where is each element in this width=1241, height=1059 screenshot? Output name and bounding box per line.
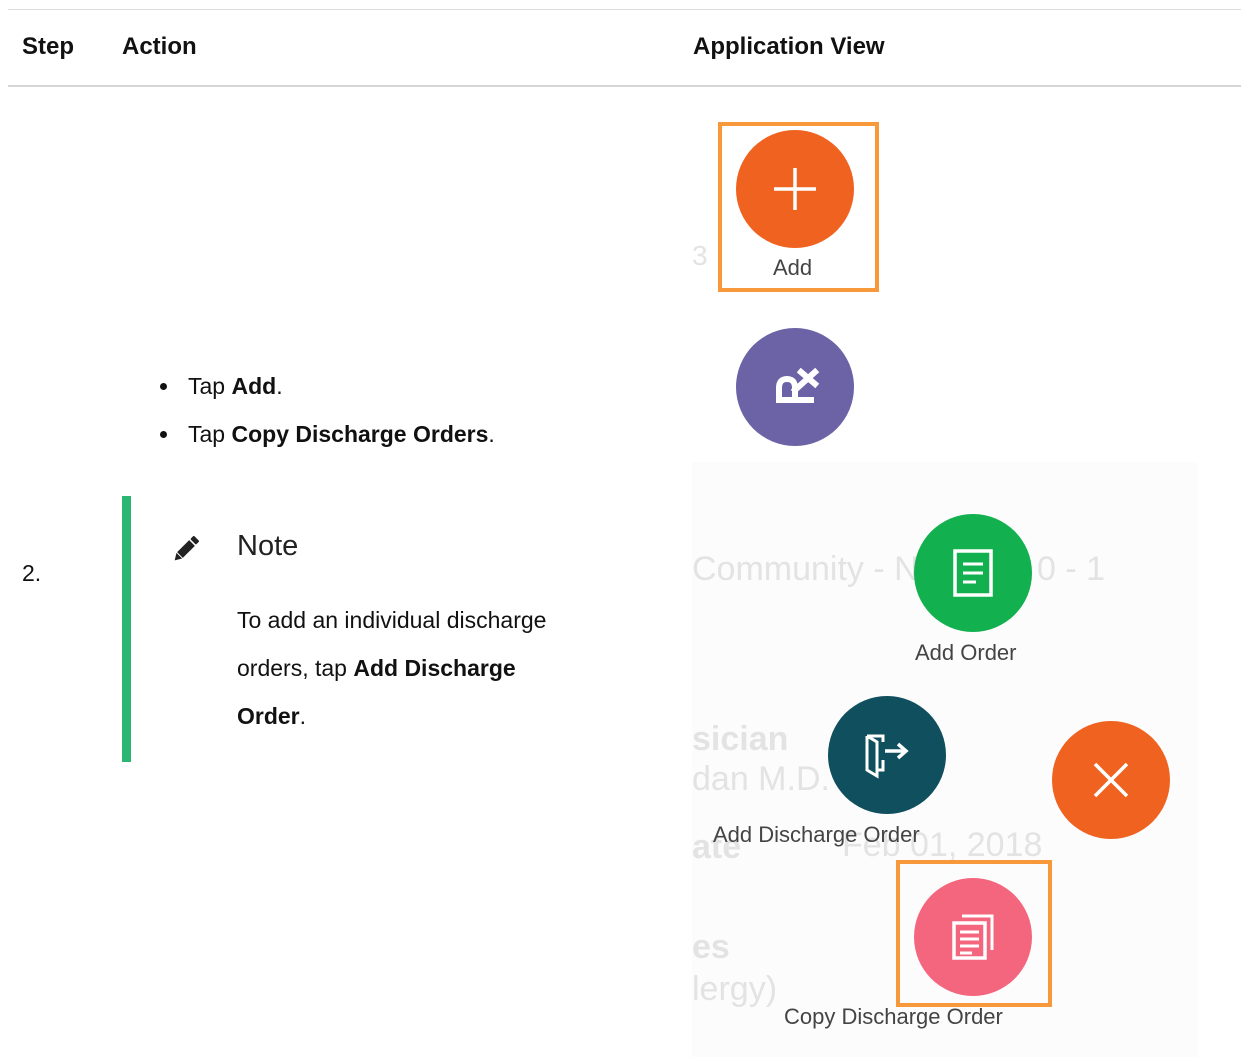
rx-icon [776, 367, 820, 403]
bg-text-community: Community - N [692, 550, 919, 588]
bg-text-physician-name: dan M.D. [692, 760, 830, 798]
table-header-border [8, 85, 1241, 87]
bg-text-allergies: es [692, 928, 730, 966]
highlight-copy-discharge-order [896, 860, 1052, 1007]
bg-text-allergy-value: lergy) [692, 970, 778, 1008]
note-title: Note [237, 530, 299, 562]
document-icon [953, 549, 993, 597]
copy-discharge-order-label: Copy Discharge Order [784, 1004, 1003, 1029]
close-icon [1093, 762, 1129, 798]
add-discharge-order-button[interactable] [828, 696, 946, 814]
note-body: To add an individual discharge orders, t… [237, 607, 547, 729]
note-callout: Note To add an individual discharge orde… [122, 496, 611, 762]
application-view-screenshot: 3 Community - N 0 - 1 sician dan M.D. at… [692, 100, 1241, 1059]
add-order-label: Add Order [915, 640, 1017, 665]
add-order-button[interactable] [914, 514, 1032, 632]
rx-button[interactable] [736, 328, 854, 446]
bg-text-partial-number: 3 [692, 240, 708, 271]
action-item: Tap Copy Discharge Orders. [160, 416, 495, 464]
pencil-icon [174, 535, 200, 561]
header-application-view: Application View [693, 33, 885, 60]
header-step: Step [22, 33, 75, 60]
action-item: Tap Add. [160, 368, 495, 416]
step-number: 2. [22, 560, 42, 586]
close-button[interactable] [1052, 721, 1170, 839]
bg-text-physician: sician [692, 720, 789, 758]
highlight-add [718, 122, 879, 292]
header-action: Action [122, 33, 197, 60]
table-top-border [8, 9, 1241, 10]
exit-door-icon [865, 734, 909, 779]
action-list: Tap Add. Tap Copy Discharge Orders. [160, 368, 495, 464]
add-discharge-order-label: Add Discharge Order [713, 822, 920, 847]
bg-text-community-tail: 0 - 1 [1037, 550, 1106, 588]
